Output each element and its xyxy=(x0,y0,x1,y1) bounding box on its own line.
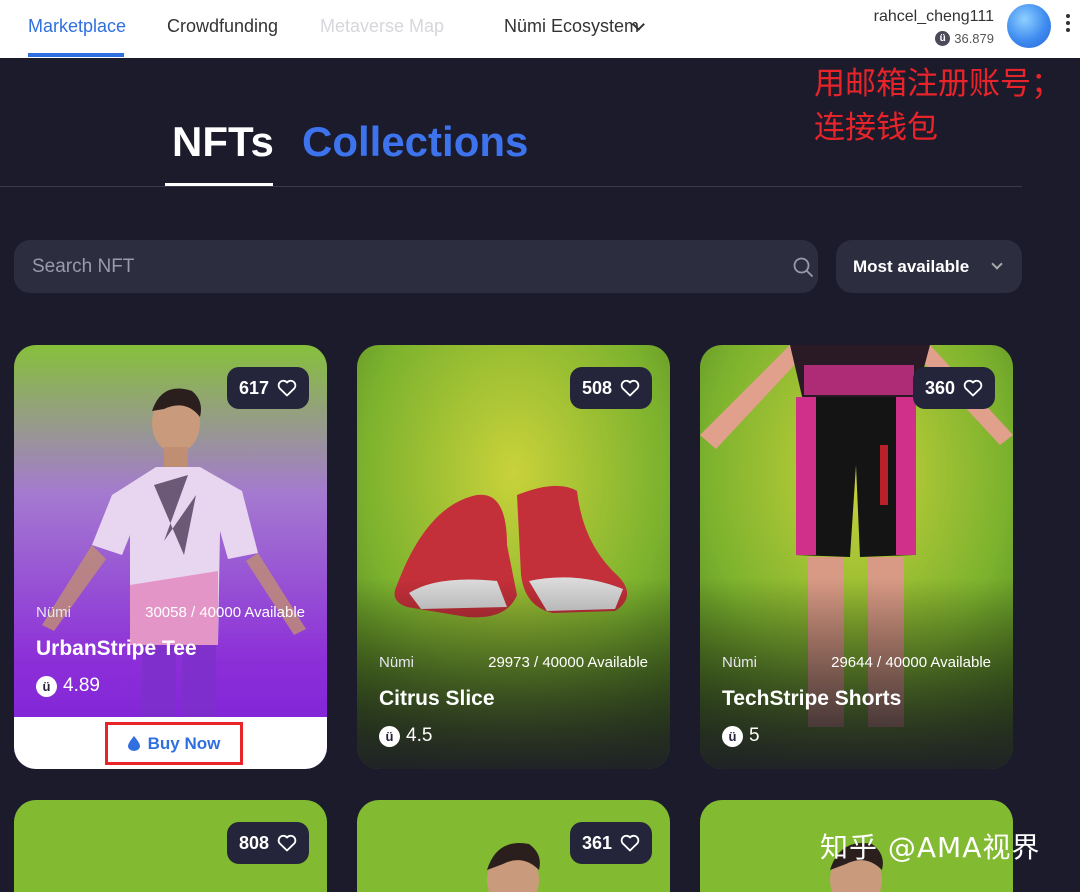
nft-availability: 30058 / 40000 Available xyxy=(145,604,305,621)
annotation-text: 用邮箱注册账号； 连接钱包 xyxy=(814,62,1062,150)
like-badge[interactable]: 361 xyxy=(569,822,652,864)
like-badge[interactable]: 508 xyxy=(569,367,652,409)
nft-price-value: 5 xyxy=(749,725,760,746)
wallet-balance: ü 36.879 xyxy=(935,31,994,46)
sort-select[interactable]: Most available xyxy=(836,240,1022,293)
nft-price: ü 4.89 xyxy=(36,675,100,697)
annotation-line-2: 连接钱包 xyxy=(814,110,938,146)
nav-tab-numi-ecosystem[interactable]: Nümi Ecosystem xyxy=(504,16,639,37)
nft-price-value: 4.89 xyxy=(63,675,100,696)
like-count: 617 xyxy=(238,377,269,398)
drop-icon xyxy=(127,736,140,751)
avatar[interactable] xyxy=(1007,4,1051,48)
like-count: 508 xyxy=(581,377,612,398)
chevron-down-icon xyxy=(991,258,1003,270)
nft-availability: 29644 / 40000 Available xyxy=(831,654,991,671)
buy-bar: Buy Now xyxy=(14,717,327,769)
like-count: 808 xyxy=(238,832,269,853)
numi-coin-icon: ü xyxy=(379,725,400,747)
search-icon[interactable] xyxy=(792,256,814,278)
nft-brand: Nümi xyxy=(379,654,415,671)
nft-name: Citrus Slice xyxy=(379,687,495,710)
search-input[interactable] xyxy=(32,240,772,293)
like-badge[interactable]: 808 xyxy=(226,822,309,864)
search-bar xyxy=(14,240,818,293)
nft-card[interactable]: 508 Nümi 29973 / 40000 Available Citrus … xyxy=(357,345,670,769)
nav-tab-metaverse-map[interactable]: Metaverse Map xyxy=(320,16,444,37)
nft-availability: 29973 / 40000 Available xyxy=(488,654,648,671)
nav-active-indicator xyxy=(28,53,124,57)
top-nav: Marketplace Crowdfunding Metaverse Map N… xyxy=(0,0,1080,58)
tab-nfts[interactable]: NFTs xyxy=(172,118,274,166)
nft-card[interactable]: 808 xyxy=(14,800,327,892)
nft-card[interactable]: 361 xyxy=(357,800,670,892)
nav-tab-marketplace[interactable]: Marketplace xyxy=(28,16,126,37)
balance-value: 36.879 xyxy=(954,31,994,46)
annotation-line-1: 用邮箱注册账号； xyxy=(814,66,1062,102)
nft-price-value: 4.5 xyxy=(406,725,433,746)
nft-card[interactable]: 360 Nümi 29644 / 40000 Available TechStr… xyxy=(700,345,1013,769)
like-badge[interactable]: 617 xyxy=(226,367,309,409)
tab-collections[interactable]: Collections xyxy=(302,118,528,166)
more-menu-icon[interactable] xyxy=(1066,14,1070,36)
heart-icon xyxy=(620,834,640,852)
nav-tab-crowdfunding[interactable]: Crowdfunding xyxy=(167,16,278,37)
nft-name: TechStripe Shorts xyxy=(722,687,902,710)
divider xyxy=(0,186,1022,187)
nft-brand: Nümi xyxy=(36,604,72,621)
sort-selected-value: Most available xyxy=(853,257,970,276)
heart-icon xyxy=(277,834,297,852)
nft-brand: Nümi xyxy=(722,654,758,671)
like-count: 360 xyxy=(924,377,955,398)
heart-icon xyxy=(963,379,983,397)
like-badge[interactable]: 360 xyxy=(912,367,995,409)
nft-price: ü 5 xyxy=(722,725,760,747)
username[interactable]: rahcel_cheng111 xyxy=(874,8,994,26)
nft-card[interactable]: 617 Nümi 30058 / 40000 Available UrbanSt… xyxy=(14,345,327,769)
numi-coin-icon: ü xyxy=(722,725,743,747)
nft-price: ü 4.5 xyxy=(379,725,432,747)
buy-now-button[interactable]: Buy Now xyxy=(105,722,243,765)
buy-now-label: Buy Now xyxy=(147,733,221,753)
like-count: 361 xyxy=(581,832,612,853)
watermark: 知乎 @AMA视界 xyxy=(820,831,1041,864)
nft-name: UrbanStripe Tee xyxy=(36,637,197,660)
heart-icon xyxy=(620,379,640,397)
numi-coin-icon: ü xyxy=(935,31,951,46)
heart-icon xyxy=(277,379,297,397)
numi-coin-icon: ü xyxy=(36,675,57,697)
